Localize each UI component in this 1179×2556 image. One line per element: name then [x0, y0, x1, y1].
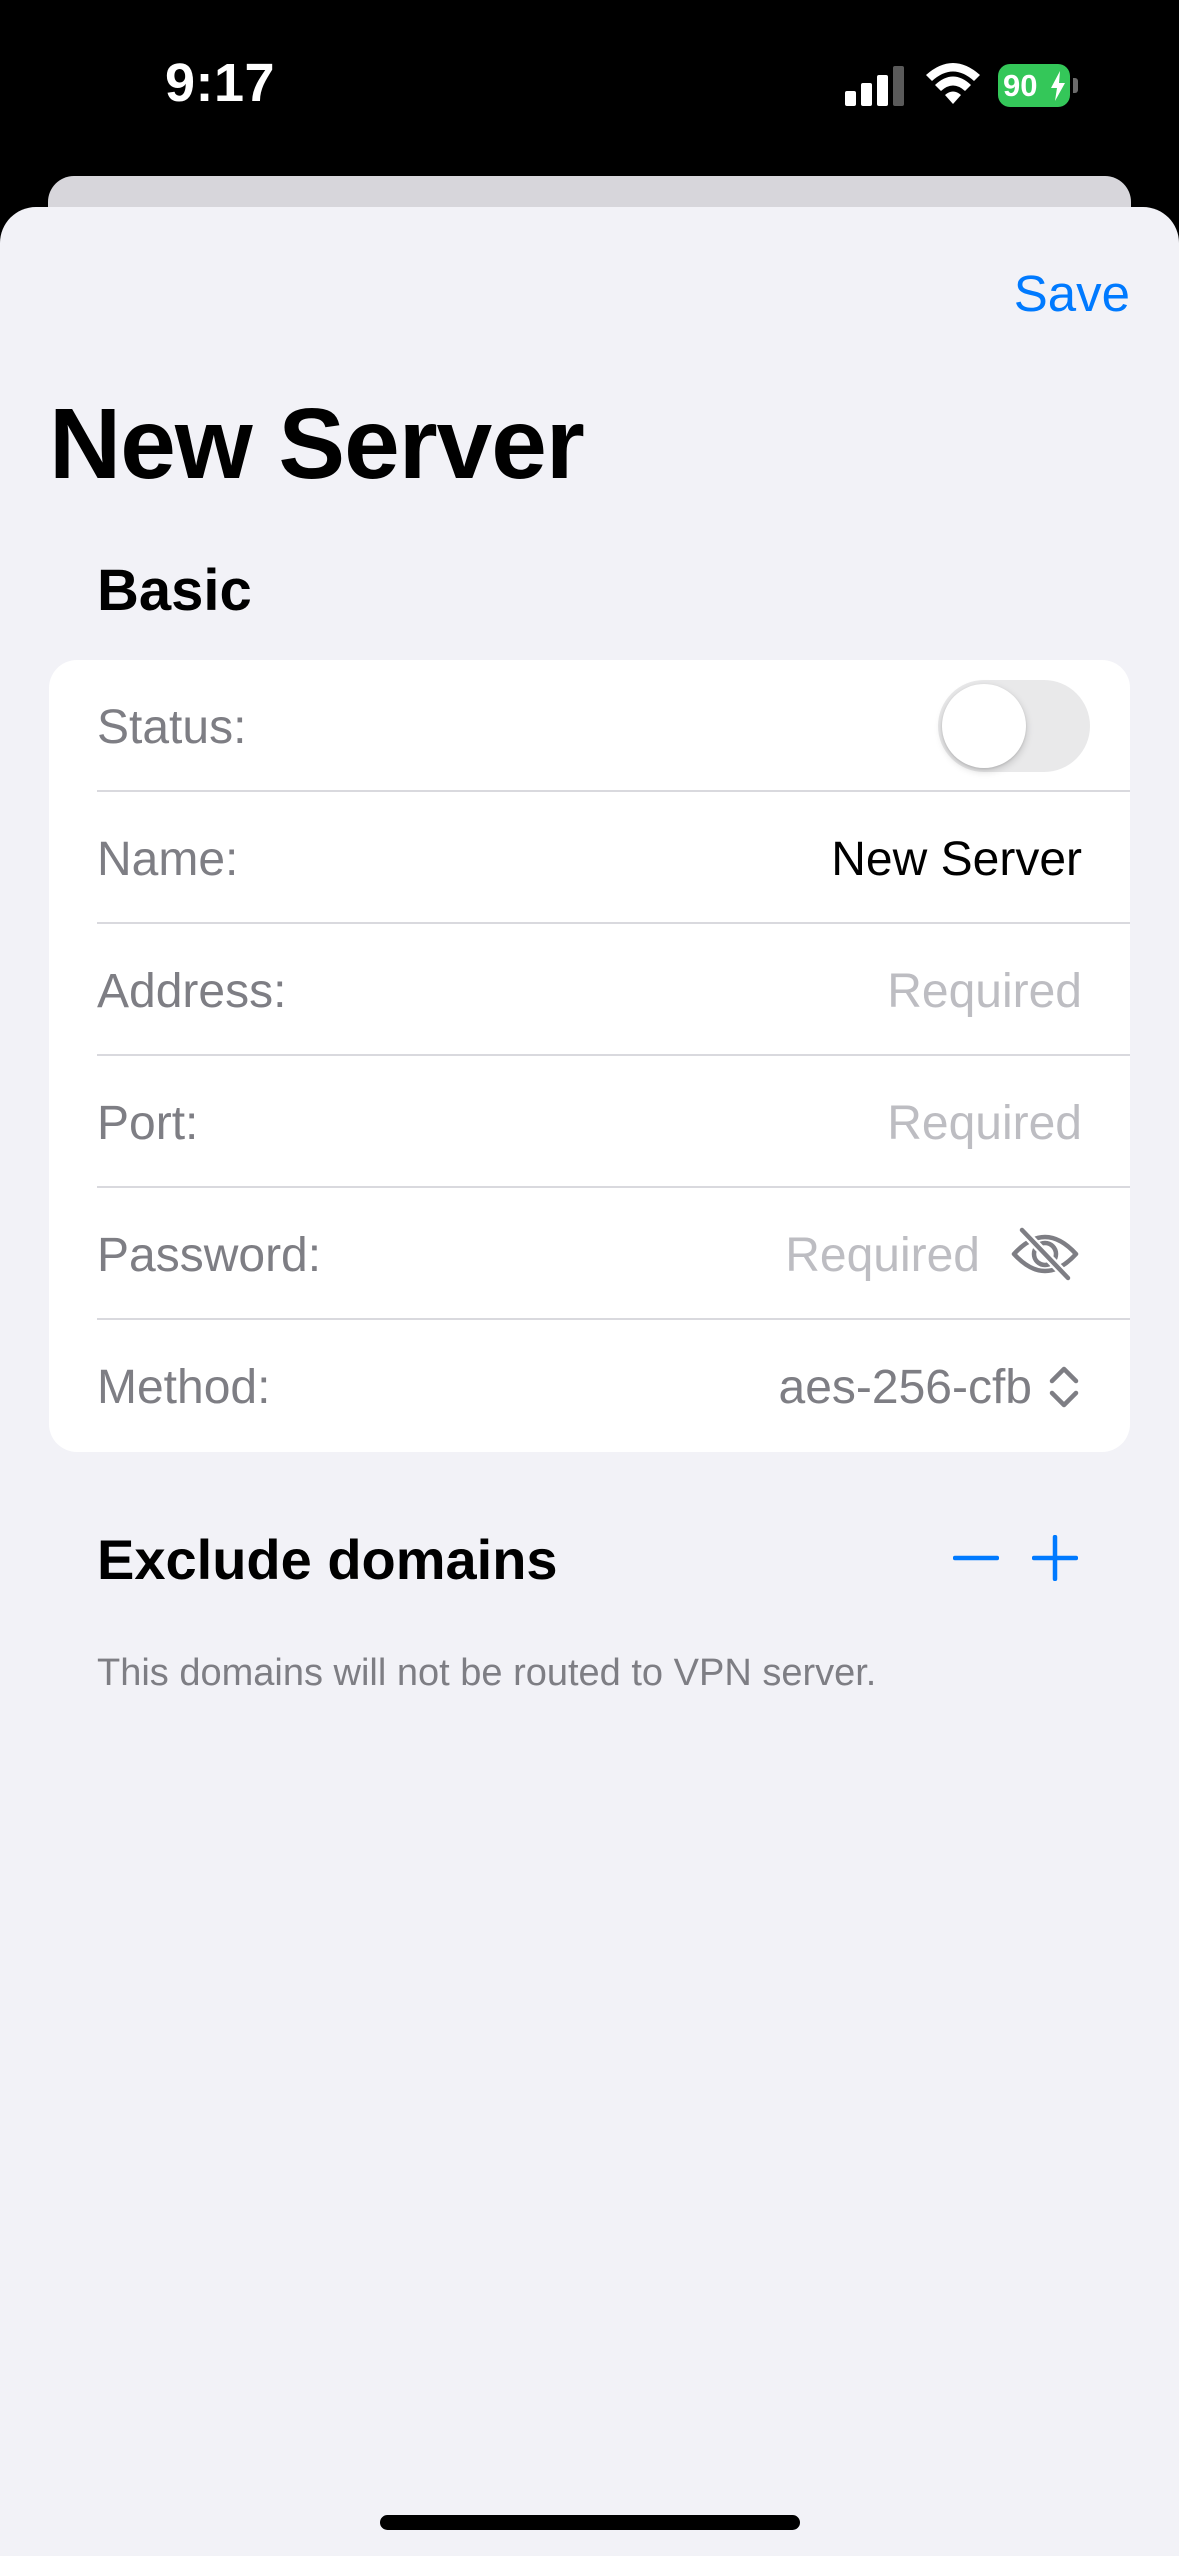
basic-form-card: Status: Name: New Server Address: Requir… — [49, 660, 1130, 1452]
chevron-up-down-icon[interactable] — [1046, 1360, 1082, 1414]
method-label: Method: — [97, 1361, 271, 1414]
method-row[interactable]: Method: aes-256-cfb — [49, 1320, 1130, 1452]
battery-charging-icon: 90 — [998, 64, 1078, 107]
status-time: 9:17 — [165, 53, 276, 113]
port-label: Port: — [97, 1097, 199, 1150]
exclude-domains-hint: This domains will not be routed to VPN s… — [97, 1652, 877, 1694]
password-field[interactable]: Required — [785, 1228, 980, 1283]
section-title-basic: Basic — [97, 558, 252, 623]
save-button[interactable]: Save — [1014, 264, 1130, 323]
method-select[interactable]: aes-256-cfb — [779, 1360, 1032, 1415]
port-row[interactable]: Port: Required — [49, 1056, 1130, 1188]
battery-tip — [1073, 78, 1078, 93]
status-label: Status: — [97, 701, 247, 754]
password-row[interactable]: Password: Required — [49, 1188, 1130, 1320]
status-bar: 9:17 90 — [0, 0, 1179, 175]
name-field[interactable]: New Server — [831, 832, 1082, 887]
cellular-signal-icon — [845, 66, 905, 106]
plus-icon[interactable] — [1032, 1535, 1078, 1581]
home-indicator[interactable] — [380, 2515, 800, 2530]
password-label: Password: — [97, 1229, 322, 1282]
new-server-sheet: Save New Server Basic Status: Name: New … — [0, 207, 1179, 2556]
name-row[interactable]: Name: New Server — [49, 792, 1130, 924]
wifi-icon — [926, 63, 980, 104]
status-toggle[interactable] — [938, 680, 1090, 772]
address-row[interactable]: Address: Required — [49, 924, 1130, 1056]
status-row: Status: — [49, 660, 1130, 792]
section-title-exclude-domains: Exclude domains — [97, 1528, 558, 1591]
eye-slash-icon[interactable] — [1010, 1226, 1080, 1282]
address-label: Address: — [97, 965, 287, 1018]
port-field[interactable]: Required — [887, 1096, 1082, 1151]
name-label: Name: — [97, 833, 239, 886]
minus-icon[interactable] — [953, 1535, 999, 1581]
bolt-icon — [1051, 71, 1065, 101]
address-field[interactable]: Required — [887, 964, 1082, 1019]
page-title: New Server — [49, 388, 585, 500]
toggle-knob — [942, 684, 1026, 768]
